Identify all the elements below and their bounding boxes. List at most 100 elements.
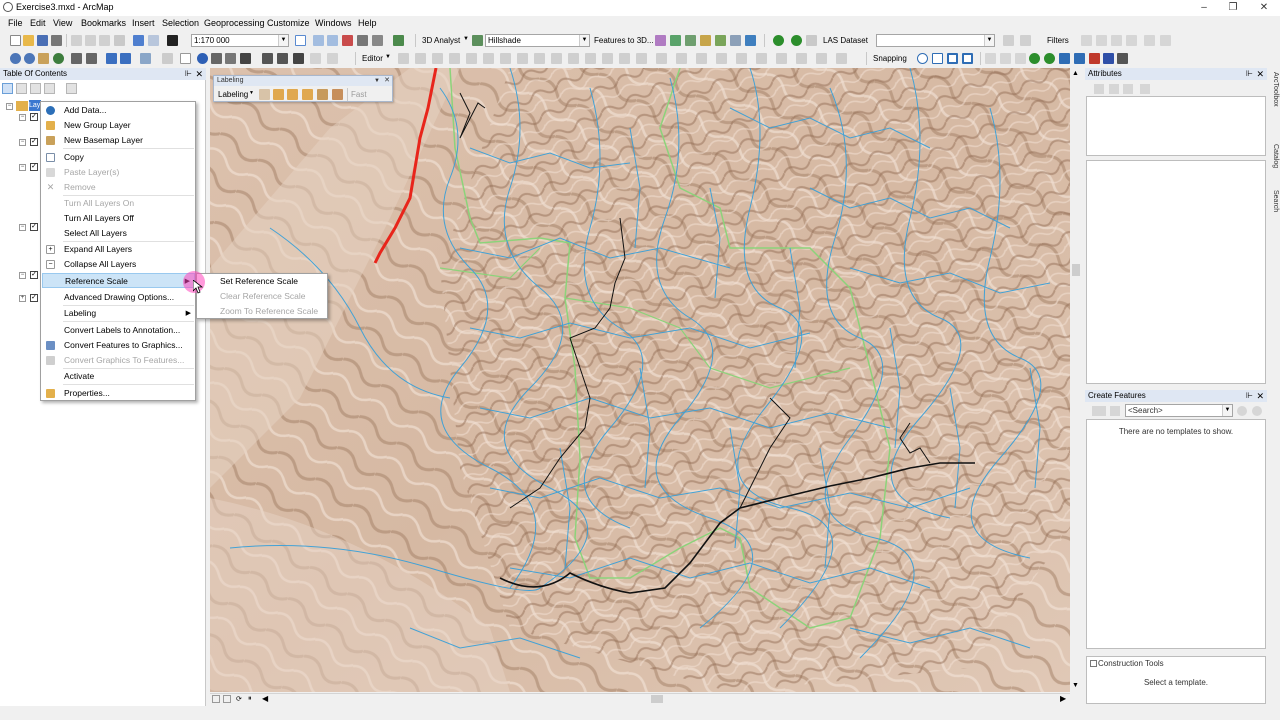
menu-selection[interactable]: Selection [162, 18, 199, 28]
menu-item-labeling[interactable]: Labeling ▶ [42, 306, 195, 321]
print-icon[interactable] [51, 35, 62, 46]
select-features-icon[interactable] [140, 53, 151, 64]
view-unplaced-icon[interactable] [302, 89, 313, 100]
end-snapping-icon[interactable] [932, 53, 943, 64]
create-viewer-icon[interactable] [327, 53, 338, 64]
cut-icon[interactable] [71, 35, 82, 46]
filters-dropdown[interactable]: Filters [1047, 36, 1069, 45]
las-more-icon[interactable] [1160, 35, 1171, 46]
collapse-icon[interactable]: − [6, 103, 13, 110]
interpolate-icon[interactable] [655, 35, 666, 46]
time-slider-icon[interactable] [310, 53, 321, 64]
close-button[interactable]: ✕ [1251, 0, 1277, 16]
point-icon[interactable] [483, 53, 494, 64]
html-popup-icon[interactable] [225, 53, 236, 64]
globe-icon[interactable] [773, 35, 784, 46]
labeling-toolbar-title[interactable]: Labeling ▼ ✕ [214, 76, 392, 86]
collapse-icon[interactable]: − [19, 272, 26, 279]
go-to-xy-icon[interactable] [293, 53, 304, 64]
snapping-dropdown[interactable]: Snapping [873, 54, 907, 63]
attributes-tool-icon[interactable] [1094, 84, 1104, 94]
catalog-tab[interactable]: Catalog [1269, 144, 1279, 168]
collapse-icon[interactable]: − [19, 164, 26, 171]
data-view-toggle-icon[interactable] [212, 695, 220, 703]
las-class-icon[interactable] [1020, 35, 1031, 46]
back-extent-icon[interactable] [106, 53, 117, 64]
help-pointer-icon[interactable] [393, 35, 404, 46]
layer-visibility-checkbox[interactable]: ✓ [30, 113, 38, 121]
menu-view[interactable]: View [53, 18, 72, 28]
pin-icon[interactable]: ⊩ [1246, 68, 1253, 80]
clear-selection-icon[interactable] [162, 53, 173, 64]
las-globe-icon[interactable] [791, 35, 802, 46]
menu-item-copy[interactable]: Copy [42, 150, 195, 165]
straight-segment-icon[interactable] [432, 53, 443, 64]
edit-more-icon[interactable] [636, 53, 647, 64]
pause-map-icon[interactable]: ⏸ [248, 695, 252, 703]
data-view-icon[interactable] [1074, 53, 1085, 64]
cut-polygons-icon[interactable] [534, 53, 545, 64]
refresh-map-icon[interactable]: ⟳ [236, 695, 242, 703]
template-search-input[interactable]: <Search> ▼ [1125, 404, 1233, 417]
point-snapping-icon[interactable] [917, 53, 928, 64]
fixed-zoom-out-icon[interactable] [86, 53, 97, 64]
effects-icon[interactable] [816, 53, 827, 64]
profile-icon[interactable] [715, 35, 726, 46]
paste-toolbar-icon[interactable] [99, 35, 110, 46]
find-route-icon[interactable] [277, 53, 288, 64]
menu-item-remove[interactable]: ✕ Remove [42, 180, 195, 195]
editor-dropdown[interactable]: Editor [362, 54, 383, 63]
label-manager-icon[interactable] [259, 89, 270, 100]
steepest-path-icon[interactable] [685, 35, 696, 46]
map-vertical-scrollbar[interactable]: ▲ ▼ [1071, 68, 1081, 693]
las-extra-icon[interactable] [1144, 35, 1155, 46]
pin-icon[interactable]: ⊩ [185, 68, 192, 80]
menu-insert[interactable]: Insert [132, 18, 155, 28]
list-by-drawing-order-icon[interactable] [2, 83, 13, 94]
geometric-network-icon[interactable] [776, 53, 787, 64]
fixed-zoom-in-icon[interactable] [71, 53, 82, 64]
trace-icon[interactable] [466, 53, 477, 64]
menu-item-convert-labels-to-annotation[interactable]: Convert Labels to Annotation... [42, 323, 195, 338]
model-builder-icon[interactable] [372, 35, 383, 46]
versioning-icon[interactable] [796, 53, 807, 64]
pin-icon[interactable]: ⊩ [1246, 390, 1253, 402]
las-dataset-combo[interactable]: ▼ [876, 34, 995, 47]
vertex-snapping-icon[interactable] [947, 53, 958, 64]
split-icon[interactable] [551, 53, 562, 64]
select-elements-icon[interactable] [180, 53, 191, 64]
features-to-3d-button[interactable]: Features to 3D... [594, 36, 654, 45]
hyperlink-icon[interactable] [211, 53, 222, 64]
scroll-right-icon[interactable]: ▶ [1060, 694, 1066, 703]
menu-item-reference-scale[interactable]: Reference Scale ▶ [42, 273, 195, 288]
expand-icon[interactable]: + [19, 295, 26, 302]
menu-item-properties[interactable]: Properties... [42, 386, 195, 401]
arcglobe-icon[interactable] [745, 35, 756, 46]
full-extent-icon[interactable] [53, 53, 64, 64]
attributes-tool-icon[interactable] [1109, 84, 1119, 94]
menu-item-select-all-layers[interactable]: Select All Layers [42, 226, 195, 241]
3d-layer-combo[interactable]: Hillshade ▼ [485, 34, 590, 47]
open-icon[interactable] [23, 35, 34, 46]
georef-icon[interactable] [676, 53, 687, 64]
menu-item-clear-reference-scale[interactable]: Clear Reference Scale [198, 289, 328, 304]
menu-geoprocessing[interactable]: Geoprocessing [204, 18, 265, 28]
menu-item-convert-features-to-graphics[interactable]: Convert Features to Graphics... [42, 338, 195, 353]
identify-icon[interactable] [197, 53, 208, 64]
online-globe-icon[interactable] [1029, 53, 1040, 64]
layer-visibility-checkbox[interactable]: ✓ [30, 163, 38, 171]
catalog-icon[interactable] [327, 35, 338, 46]
menu-item-turn-all-layers-on[interactable]: Turn All Layers On [42, 196, 195, 211]
close-icon[interactable]: ✕ [384, 76, 390, 86]
label-priority-icon[interactable] [317, 89, 328, 100]
scroll-left-icon[interactable]: ◀ [262, 694, 268, 703]
measure-icon[interactable] [240, 53, 251, 64]
organize-templates-icon[interactable] [1092, 406, 1106, 416]
collapse-icon[interactable]: − [19, 139, 26, 146]
python-icon[interactable] [357, 35, 368, 46]
delete-icon[interactable] [114, 35, 125, 46]
scroll-thumb[interactable] [1072, 264, 1080, 276]
menu-item-new-group-layer[interactable]: New Group Layer [42, 118, 195, 133]
edit-annotation-icon[interactable] [415, 53, 426, 64]
close-icon[interactable]: ✕ [1256, 68, 1264, 80]
